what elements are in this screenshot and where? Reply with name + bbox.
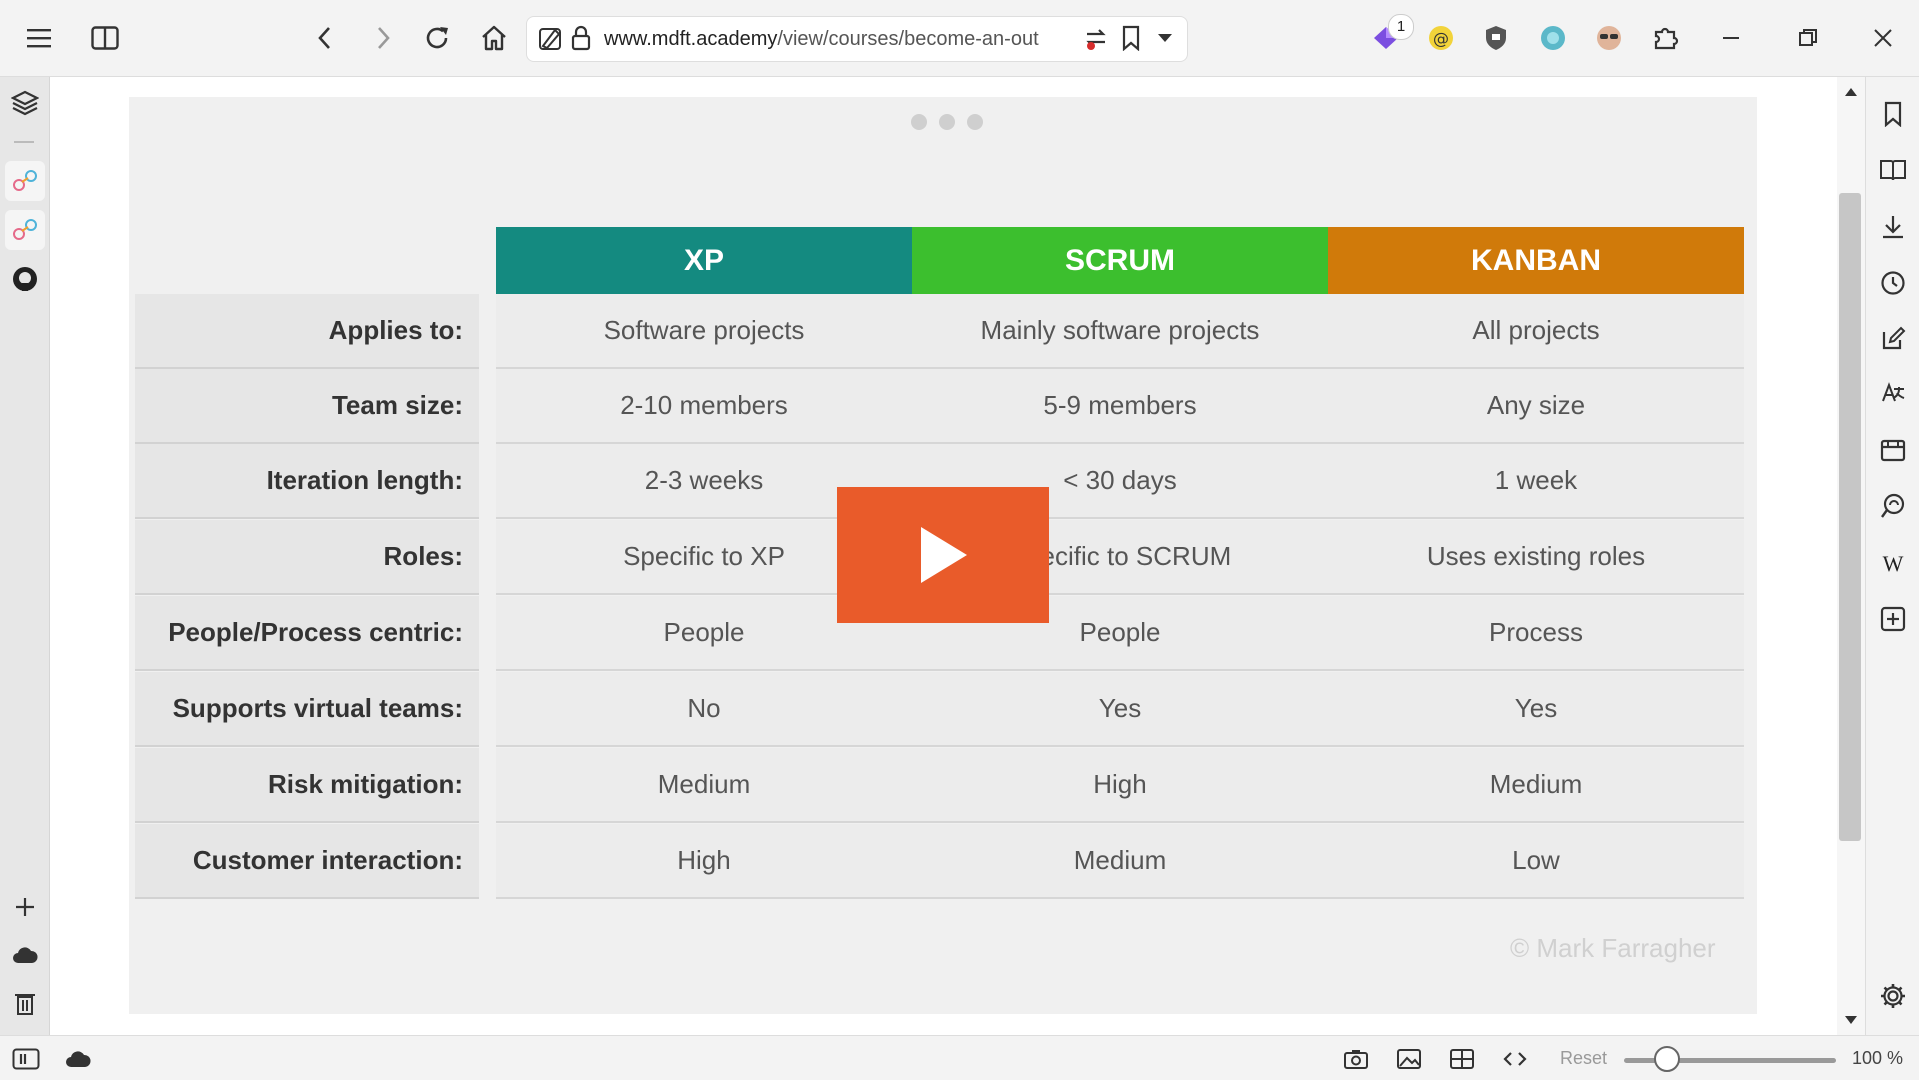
layers-icon[interactable] — [5, 83, 45, 123]
page-tiling-icon[interactable] — [1445, 1042, 1479, 1076]
loading-dot — [967, 114, 983, 130]
loading-dot — [911, 114, 927, 130]
tracking-off-icon[interactable] — [537, 26, 563, 52]
loading-dot — [939, 114, 955, 130]
table-cell-scrum: High — [912, 748, 1328, 823]
row-label: Risk mitigation: — [135, 748, 479, 823]
zoom-slider-handle[interactable] — [1654, 1046, 1680, 1072]
row-label: Iteration length: — [135, 444, 479, 519]
minimize-icon[interactable] — [1710, 17, 1752, 59]
loading-indicator — [911, 114, 985, 130]
row-label: People/Process centric: — [135, 596, 479, 671]
reading-list-icon[interactable] — [1874, 151, 1912, 189]
history-icon[interactable] — [1874, 264, 1912, 302]
status-bar: Reset 100 % — [0, 1035, 1919, 1080]
play-button[interactable] — [837, 487, 1049, 623]
web-panel-2-icon[interactable] — [5, 210, 45, 250]
table-cell-xp: High — [496, 824, 912, 899]
left-panel — [0, 77, 50, 1035]
extension-badge: 1 — [1388, 14, 1414, 40]
images-icon[interactable] — [1392, 1042, 1426, 1076]
table-cell-kanban: Low — [1328, 824, 1744, 899]
right-panel: W — [1865, 77, 1919, 1035]
browser-toolbar: www.mdft.academy/view/courses/become-an-… — [0, 0, 1919, 77]
downloads-icon[interactable] — [1874, 208, 1912, 246]
reload-icon[interactable] — [416, 17, 458, 59]
wikipedia-icon[interactable]: W — [1874, 544, 1912, 582]
zoom-level: 100 % — [1852, 1048, 1904, 1068]
cloud-status-icon[interactable] — [61, 1042, 95, 1076]
svg-text:@: @ — [1433, 29, 1449, 48]
extensions-puzzle-icon[interactable] — [1645, 17, 1687, 59]
table-cell-scrum: 5-9 members — [912, 369, 1328, 444]
table-cell-scrum: Mainly software projects — [912, 294, 1328, 369]
zoom-reset-button[interactable]: Reset — [1560, 1048, 1607, 1069]
dropdown-icon[interactable] — [1157, 32, 1173, 44]
notes-icon[interactable] — [1874, 320, 1912, 358]
copyright-text: © Mark Farragher — [1510, 933, 1716, 963]
table-cell-kanban: Uses existing roles — [1328, 520, 1744, 595]
table-cell-xp: Medium — [496, 748, 912, 823]
url-host: www.mdft.academy — [604, 28, 778, 50]
table-cell-scrum: Yes — [912, 672, 1328, 747]
table-cell-kanban: 1 week — [1328, 444, 1744, 519]
table-cell-kanban: Medium — [1328, 748, 1744, 823]
bookmark-icon[interactable] — [1121, 25, 1141, 51]
back-icon[interactable] — [304, 17, 346, 59]
url-text[interactable]: www.mdft.academy/view/courses/become-an-… — [604, 28, 1080, 51]
capture-icon[interactable] — [1339, 1042, 1373, 1076]
scroll-down-icon[interactable] — [1844, 1015, 1858, 1025]
extension-at-icon[interactable]: @ — [1420, 17, 1462, 59]
translate-panel-icon[interactable] — [1874, 375, 1912, 413]
github-icon[interactable] — [5, 259, 45, 299]
home-icon[interactable] — [473, 17, 515, 59]
calendar-icon[interactable] — [1874, 431, 1912, 469]
add-panel-icon[interactable] — [5, 887, 45, 927]
table-cell-xp: Software projects — [496, 294, 912, 369]
table-cell-xp: 2-10 members — [496, 369, 912, 444]
scroll-up-icon[interactable] — [1844, 87, 1858, 97]
table-cell-kanban: All projects — [1328, 294, 1744, 369]
translate-icon[interactable] — [1083, 26, 1109, 52]
lock-icon[interactable] — [571, 25, 591, 51]
close-icon[interactable] — [1862, 17, 1904, 59]
restore-icon[interactable] — [1787, 17, 1829, 59]
trash-icon[interactable] — [5, 983, 45, 1023]
bookmarks-panel-icon[interactable] — [1874, 95, 1912, 133]
url-path: /view/courses/become-an-out — [777, 28, 1039, 50]
table-cell-kanban: Process — [1328, 596, 1744, 671]
row-label: Team size: — [135, 369, 479, 444]
table-cell-scrum: Medium — [912, 824, 1328, 899]
row-label: Applies to: — [135, 294, 479, 369]
header-kanban: KANBAN — [1328, 227, 1744, 294]
table-cell-xp: No — [496, 672, 912, 747]
settings-gear-icon[interactable] — [1874, 977, 1912, 1015]
panel-divider — [14, 141, 34, 143]
row-label: Supports virtual teams: — [135, 672, 479, 747]
add-web-panel-icon[interactable] — [1874, 600, 1912, 638]
menu-icon[interactable] — [18, 17, 60, 59]
table-cell-kanban: Yes — [1328, 672, 1744, 747]
feed-reader-icon[interactable] — [1874, 487, 1912, 525]
address-bar[interactable]: www.mdft.academy/view/courses/become-an-… — [526, 16, 1188, 62]
toggle-panel-icon[interactable] — [9, 1042, 43, 1076]
shield-icon[interactable] — [1475, 17, 1517, 59]
play-icon — [921, 527, 967, 583]
row-label: Roles: — [135, 520, 479, 595]
svg-text:W: W — [1883, 552, 1904, 574]
extension-swirl-icon[interactable] — [1532, 17, 1574, 59]
split-view-icon[interactable] — [84, 17, 126, 59]
header-scrum: SCRUM — [912, 227, 1328, 294]
sync-cloud-icon[interactable] — [5, 935, 45, 975]
web-panel-1-icon[interactable] — [5, 161, 45, 201]
forward-icon[interactable] — [362, 17, 404, 59]
table-cell-kanban: Any size — [1328, 369, 1744, 444]
row-label: Customer interaction: — [135, 824, 479, 899]
developer-tools-icon[interactable] — [1498, 1042, 1532, 1076]
header-xp: XP — [496, 227, 912, 294]
scrollbar-thumb[interactable] — [1839, 193, 1861, 841]
extension-face-icon[interactable] — [1588, 17, 1630, 59]
